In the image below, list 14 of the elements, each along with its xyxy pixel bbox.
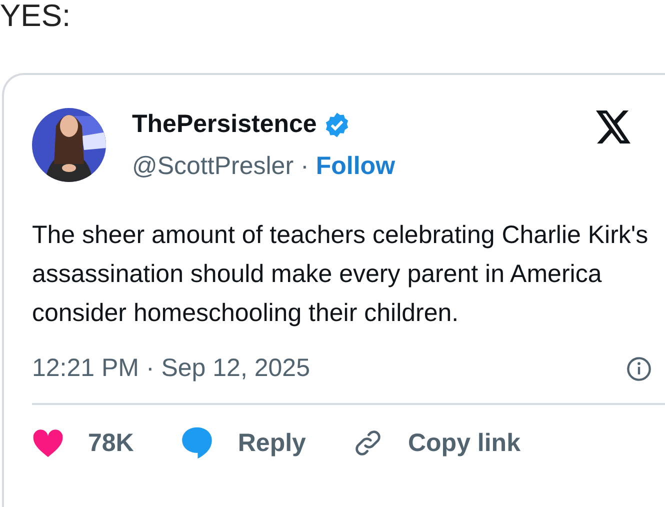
heart-icon (32, 428, 64, 458)
timestamp: 12:21 PM · Sep 12, 2025 (32, 353, 310, 384)
display-name: ThePersistence (132, 109, 317, 140)
copy-link-button[interactable]: Copy link (352, 424, 520, 462)
caption: YES: (0, 0, 71, 35)
speech-bubble-icon (180, 426, 214, 460)
follow-link[interactable]: Follow (316, 148, 396, 185)
x-logo-icon[interactable] (596, 110, 632, 144)
tweet-text: The sheer amount of teachers celebrating Charlie Kirk's assassination should make every parent in America consider homeschooling their children. (32, 220, 650, 329)
reply-button[interactable]: Reply (180, 424, 306, 462)
like-button[interactable]: 78K (32, 424, 134, 462)
separator: · (300, 150, 309, 182)
info-icon[interactable] (626, 356, 652, 382)
handle: @ScottPresler (132, 150, 294, 182)
